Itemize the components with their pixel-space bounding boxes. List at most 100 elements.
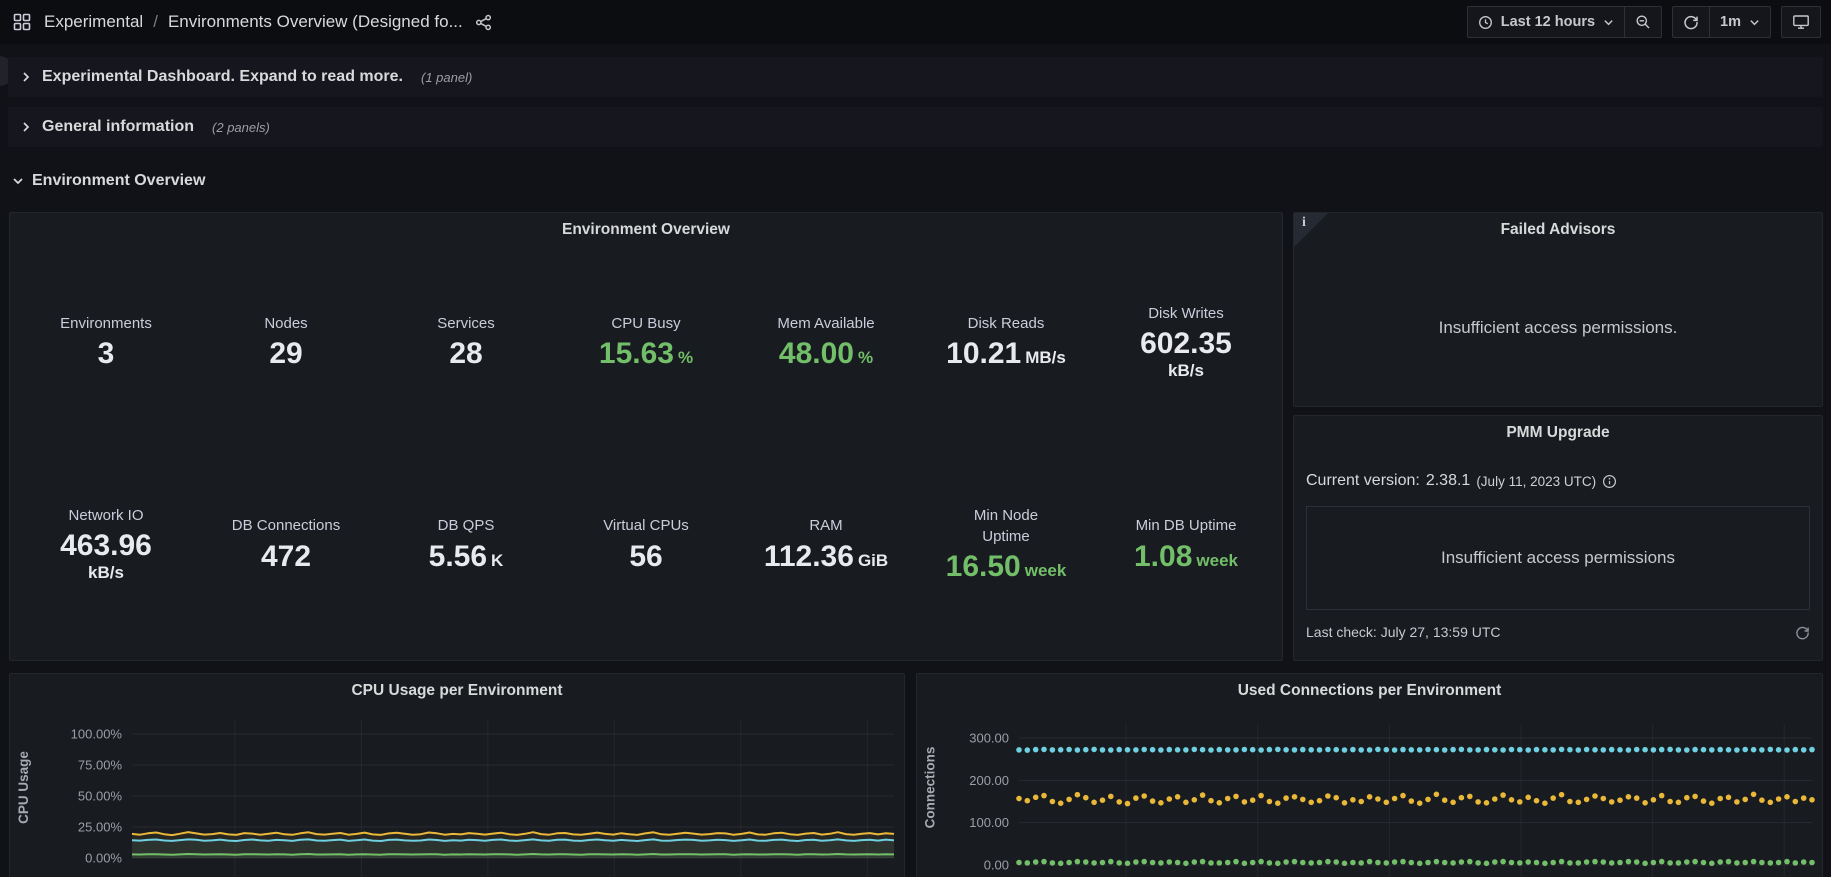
stat-value: 56	[629, 540, 662, 573]
series-environment-green	[132, 854, 894, 855]
stat-nodes: Nodes 29	[196, 247, 376, 437]
time-range-picker[interactable]: Last 12 hours	[1468, 7, 1624, 37]
row-title: Experimental Dashboard. Expand to read m…	[42, 68, 403, 86]
refresh-interval-picker[interactable]: 1m	[1709, 7, 1770, 37]
stat-label: Environments	[60, 314, 152, 334]
y-tick-label: 100.00%	[71, 727, 123, 742]
used-connections-plot[interactable]: 0.00100.00200.00300.00	[943, 708, 1822, 877]
row-environment-overview[interactable]: Environment Overview	[8, 164, 1823, 198]
apps-grid-icon[interactable]	[12, 12, 32, 32]
stat-value: 10.21MB/s	[946, 337, 1066, 370]
stat-value: 1.08week	[1134, 540, 1238, 573]
panel-info-corner[interactable]	[1294, 213, 1328, 247]
stat-label: Network IO	[68, 506, 143, 526]
refresh-interval-label: 1m	[1720, 14, 1741, 30]
stat-environments: Environments 3	[16, 247, 196, 437]
failed-advisors-message: Insufficient access permissions.	[1294, 318, 1822, 338]
info-circle-icon[interactable]	[1602, 474, 1617, 489]
y-tick-label: 0.00	[984, 858, 1009, 873]
time-range-label: Last 12 hours	[1501, 14, 1595, 30]
chevron-down-icon	[12, 175, 24, 187]
panel-environment-overview: Environment Overview Environments 3 Nodes 2…	[9, 212, 1283, 661]
info-corner-icon: i	[1302, 215, 1306, 231]
stat-virtual-cpus: Virtual CPUs 56	[556, 437, 736, 652]
y-tick-label: 100.00	[969, 815, 1009, 830]
top-navbar: Experimental / Environments Overview (De…	[0, 0, 1831, 44]
row-experimental-dashboard[interactable]: Experimental Dashboard. Expand to read m…	[8, 57, 1823, 97]
row-general-information[interactable]: General information (2 panels)	[8, 107, 1823, 147]
panel-title[interactable]: Used Connections per Environment	[917, 674, 1822, 708]
stat-value: 3	[98, 337, 115, 370]
stat-label: Nodes	[264, 314, 307, 334]
zoom-out-button[interactable]	[1624, 7, 1661, 37]
y-tick-label: 0.00%	[85, 851, 122, 866]
panel-title[interactable]: Failed Advisors	[1294, 213, 1822, 247]
breadcrumb-page[interactable]: Environments Overview (Designed fo...	[168, 12, 463, 32]
pmm-upgrade-message: Insufficient access permissions	[1441, 548, 1675, 568]
row-panel-count: (2 panels)	[212, 120, 270, 135]
y-tick-label: 200.00	[969, 773, 1009, 788]
kiosk-mode-button[interactable]	[1781, 6, 1821, 38]
stat-label: CPU Busy	[611, 314, 680, 334]
stat-cpu-busy: CPU Busy 15.63%	[556, 247, 736, 437]
stat-value: 5.56K	[429, 540, 504, 573]
panel-pmm-upgrade: PMM Upgrade Current version: 2.38.1 (Jul…	[1293, 415, 1823, 661]
y-axis-label: CPU Usage	[10, 708, 36, 866]
stat-value: 112.36GiB	[764, 540, 888, 573]
stat-value: 15.63%	[599, 337, 693, 370]
panel-title[interactable]: PMM Upgrade	[1294, 416, 1822, 450]
clock-icon	[1478, 15, 1493, 30]
current-version-date: (July 11, 2023 UTC)	[1476, 474, 1596, 489]
check-updates-refresh-icon[interactable]	[1795, 625, 1810, 640]
stat-label: DB QPS	[438, 516, 495, 536]
stat-value: 48.00%	[779, 337, 873, 370]
stat-value: 602.35kB/s	[1140, 327, 1232, 381]
current-version-value: 2.38.1	[1426, 472, 1470, 490]
stat-label: Min Node Uptime	[962, 506, 1050, 547]
stat-db-qps: DB QPS 5.56K	[376, 437, 556, 652]
stat-db-connections: DB Connections 472	[196, 437, 376, 652]
refresh-controls-group: 1m	[1672, 6, 1771, 38]
current-version-line: Current version: 2.38.1 (July 11, 2023 U…	[1306, 472, 1810, 490]
row-title: Environment Overview	[32, 172, 205, 190]
refresh-button[interactable]	[1673, 7, 1709, 37]
time-controls-group: Last 12 hours	[1467, 6, 1662, 38]
stat-min-node-uptime: Min Node Uptime16.50week	[916, 437, 1096, 652]
breadcrumb-separator: /	[153, 12, 158, 32]
y-axis-label: Connections	[917, 708, 943, 866]
chevron-down-icon	[1749, 17, 1760, 28]
stat-disk-reads: Disk Reads10.21MB/s	[916, 247, 1096, 437]
stat-network-io: Network IO463.96kB/s	[16, 437, 196, 652]
last-check-label: Last check: July 27, 13:59 UTC	[1306, 624, 1501, 640]
panel-used-connections-chart: Used Connections per Environment Connect…	[916, 673, 1823, 877]
share-icon[interactable]	[475, 14, 492, 31]
refresh-icon	[1683, 14, 1699, 30]
y-tick-label: 25.00%	[78, 820, 123, 835]
stat-label: DB Connections	[232, 516, 340, 536]
stat-services: Services 28	[376, 247, 556, 437]
chevron-right-icon	[20, 71, 32, 83]
stat-label: Virtual CPUs	[603, 516, 689, 536]
stat-mem-available: Mem Available 48.00%	[736, 247, 916, 437]
row-title: General information	[42, 118, 194, 136]
y-tick-label: 50.00%	[78, 789, 123, 804]
stat-label: Mem Available	[777, 314, 874, 334]
cpu-usage-plot[interactable]: 0.00% 25.00% 50.00% 75.00% 100.00%	[36, 708, 904, 877]
current-version-label: Current version:	[1306, 472, 1420, 490]
stat-value: 29	[269, 337, 302, 370]
stat-label: Services	[437, 314, 495, 334]
chevron-right-icon	[20, 121, 32, 133]
y-tick-label: 75.00%	[78, 758, 123, 773]
panel-failed-advisors: i Failed Advisors Insufficient access pe…	[1293, 212, 1823, 407]
grafana-dashboard: Experimental / Environments Overview (De…	[0, 0, 1831, 877]
monitor-icon	[1792, 14, 1810, 30]
stat-label: RAM	[809, 516, 842, 536]
breadcrumb-section[interactable]: Experimental	[44, 12, 143, 32]
row-panel-count: (1 panel)	[421, 70, 472, 85]
panel-title[interactable]: Environment Overview	[10, 213, 1282, 247]
stat-value: 472	[261, 540, 311, 573]
stat-value: 28	[449, 337, 482, 370]
panel-title[interactable]: CPU Usage per Environment	[10, 674, 904, 708]
chevron-down-icon	[1603, 17, 1614, 28]
stat-label: Min DB Uptime	[1136, 516, 1237, 536]
